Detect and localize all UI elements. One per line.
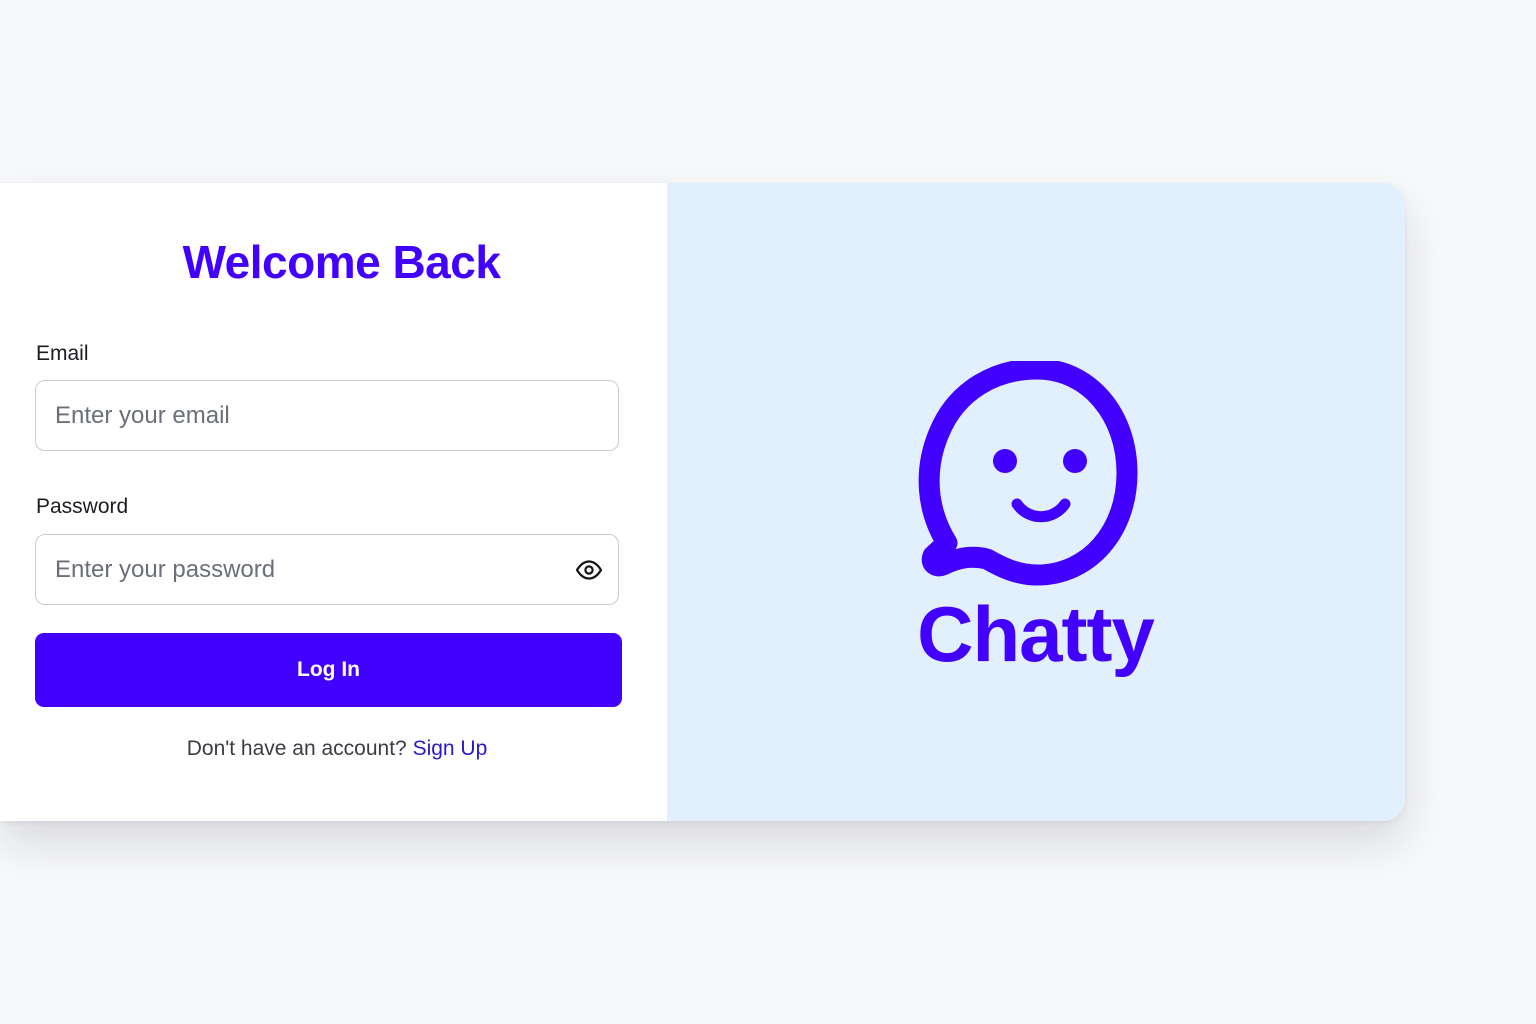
- password-placeholder: Enter your password: [55, 555, 276, 583]
- password-label: Password: [36, 495, 129, 518]
- password-field[interactable]: Enter your password: [35, 534, 619, 605]
- brand-panel: Chatty: [667, 183, 1405, 821]
- login-button[interactable]: Log In: [35, 633, 622, 707]
- signup-prompt-row: Don't have an account? Sign Up: [0, 737, 674, 761]
- brand-wordmark: Chatty: [917, 590, 1155, 678]
- email-label: Email: [36, 342, 89, 365]
- signup-prompt: Don't have an account?: [186, 737, 407, 760]
- email-field[interactable]: Enter your email: [35, 380, 619, 451]
- email-placeholder: Enter your email: [55, 401, 230, 429]
- show-password-icon[interactable]: [574, 555, 604, 585]
- brand-name: Chatty: [667, 589, 1405, 680]
- login-form-panel: Welcome Back Email Enter your email Pass…: [0, 183, 667, 821]
- page-title: Welcome Back: [182, 236, 501, 288]
- smiley-chat-bubble-icon: [913, 358, 1157, 589]
- login-card: Welcome Back Email Enter your email Pass…: [0, 183, 1405, 821]
- signup-link[interactable]: Sign Up: [413, 737, 488, 760]
